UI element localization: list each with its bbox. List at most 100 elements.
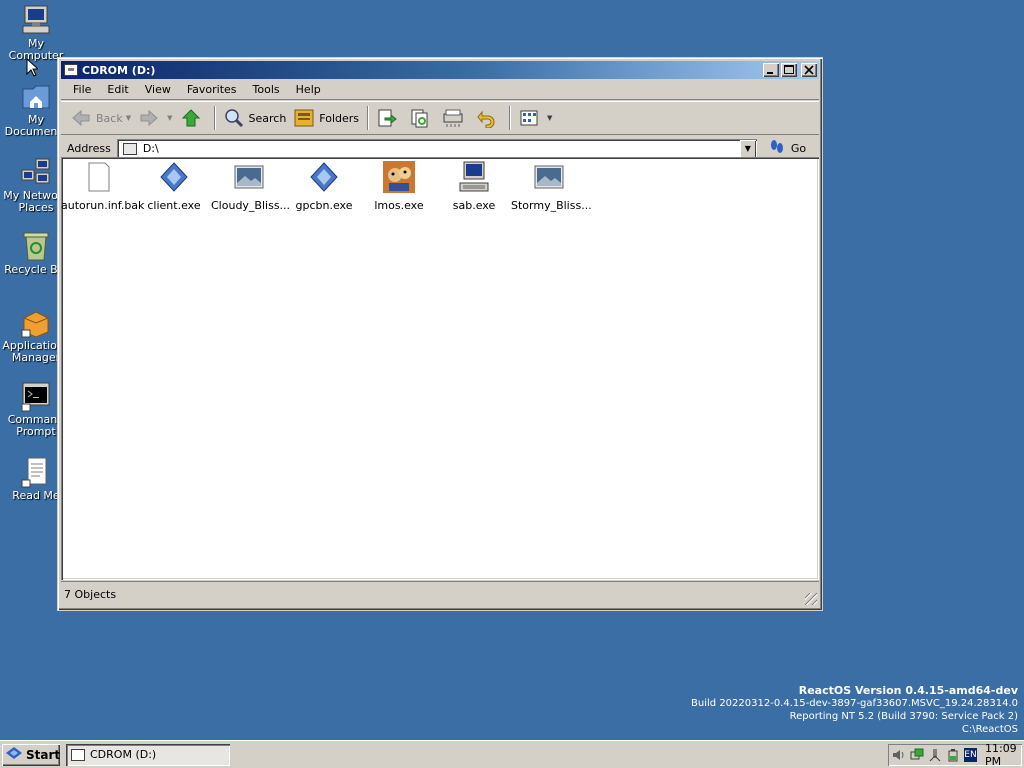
status-text: 7 Objects xyxy=(64,588,117,601)
file-item[interactable]: Stormy_Bliss... xyxy=(511,161,592,212)
drive-icon xyxy=(122,142,137,155)
applications-manager-icon xyxy=(20,306,52,338)
power-icon[interactable] xyxy=(946,748,960,762)
copy-to-icon xyxy=(410,108,430,128)
forward-dropdown-icon[interactable]: ▼ xyxy=(167,114,172,122)
views-icon xyxy=(519,108,539,128)
explorer-window: CDROM (D:) File Edit View Favorites Tool… xyxy=(57,57,823,611)
move-to-icon xyxy=(377,108,397,128)
start-logo-icon xyxy=(5,746,23,763)
start-label: Start xyxy=(26,747,61,762)
task-label: CDROM (D:) xyxy=(90,748,157,761)
forward-arrow-icon xyxy=(139,108,159,128)
window-title: CDROM (D:) xyxy=(82,63,156,77)
menu-view[interactable]: View xyxy=(137,83,179,96)
copy-to-button[interactable] xyxy=(406,105,439,131)
network-places-icon xyxy=(20,156,52,188)
image-file-icon xyxy=(533,161,565,193)
views-button[interactable]: ▼ xyxy=(515,105,556,131)
search-icon xyxy=(224,108,244,128)
network-icon[interactable] xyxy=(910,748,924,762)
build-line: Build 20220312-0.4.15-dev-3897-gaf33607.… xyxy=(691,698,1018,709)
version-watermark: ReactOS Version 0.4.15-amd64-dev Build 2… xyxy=(691,684,1018,736)
address-value: D:\ xyxy=(142,142,159,155)
executable-icon xyxy=(308,161,340,193)
file-name: Stormy_Bliss... xyxy=(511,199,592,212)
file-name: gpcbn.exe xyxy=(295,199,353,212)
address-input[interactable]: D:\ ▼ xyxy=(116,138,757,159)
taskbar-button-cdrom[interactable]: CDROM (D:) xyxy=(66,743,230,766)
menu-tools[interactable]: Tools xyxy=(245,83,288,96)
status-bar: 7 Objects xyxy=(61,581,819,607)
file-item[interactable]: sab.exe xyxy=(436,161,512,212)
close-button[interactable] xyxy=(801,63,817,77)
my-computer-icon xyxy=(20,4,52,36)
go-button[interactable]: Go xyxy=(769,139,806,158)
image-file-icon xyxy=(233,161,265,193)
toolbar-separator xyxy=(213,106,216,130)
go-label: Go xyxy=(790,142,807,155)
forward-button[interactable]: ▼ xyxy=(135,105,176,131)
undo-button[interactable] xyxy=(472,105,505,131)
undo-icon xyxy=(476,108,496,129)
up-button[interactable] xyxy=(177,105,210,131)
toolbar-separator xyxy=(509,106,512,130)
maximize-button[interactable] xyxy=(781,63,797,77)
menu-edit[interactable]: Edit xyxy=(99,83,136,96)
safely-remove-icon[interactable] xyxy=(928,748,942,762)
minimize-button[interactable] xyxy=(763,63,779,77)
file-name: sab.exe xyxy=(452,199,496,212)
file-item[interactable]: client.exe xyxy=(136,161,212,212)
menu-favorites[interactable]: Favorites xyxy=(179,83,245,96)
delete-button[interactable] xyxy=(439,105,472,131)
path-line: C:\ReactOS xyxy=(961,724,1018,735)
toolbar: Back ▼ ▼ Search Folders ▼ xyxy=(61,101,819,135)
address-dropdown-icon[interactable]: ▼ xyxy=(739,139,756,158)
back-arrow-icon xyxy=(71,108,91,128)
clock[interactable]: 11:09 PM xyxy=(985,742,1022,768)
document-icon xyxy=(83,161,115,193)
address-label: Address xyxy=(67,142,111,155)
search-button[interactable]: Search xyxy=(220,105,291,131)
drive-icon xyxy=(71,748,85,761)
taskbar: Start CDROM (D:) EN 11:09 PM xyxy=(0,740,1024,768)
back-label: Back xyxy=(96,111,123,125)
desktop-icon-my-computer[interactable]: My Computer xyxy=(0,4,72,62)
resize-grip-icon[interactable] xyxy=(805,593,817,605)
language-indicator[interactable]: EN xyxy=(964,747,977,762)
toolbar-separator xyxy=(367,106,370,130)
up-arrow-icon xyxy=(181,108,201,128)
back-button[interactable]: Back ▼ xyxy=(67,105,135,131)
start-button[interactable]: Start xyxy=(2,744,60,766)
drive-icon xyxy=(64,64,78,76)
file-item[interactable]: gpcbn.exe xyxy=(286,161,362,212)
views-dropdown-icon[interactable]: ▼ xyxy=(547,114,552,122)
back-dropdown-icon[interactable]: ▼ xyxy=(126,114,131,122)
computer-app-icon xyxy=(458,161,490,193)
folders-label: Folders xyxy=(319,111,360,125)
volume-icon[interactable] xyxy=(892,748,906,762)
my-documents-icon xyxy=(20,80,52,112)
folders-button[interactable]: Folders xyxy=(290,105,363,131)
move-to-button[interactable] xyxy=(373,105,406,131)
menu-help[interactable]: Help xyxy=(288,83,329,96)
title-bar[interactable]: CDROM (D:) xyxy=(61,61,819,79)
app-icon xyxy=(383,161,415,193)
search-label: Search xyxy=(248,111,287,125)
shredder-icon xyxy=(443,108,463,128)
file-item[interactable]: lmos.exe xyxy=(361,161,437,212)
recycle-bin-icon xyxy=(20,230,52,262)
reporting-line: Reporting NT 5.2 (Build 3790: Service Pa… xyxy=(789,711,1018,722)
go-icon xyxy=(769,139,785,158)
executable-icon xyxy=(158,161,190,193)
folders-icon xyxy=(294,108,314,128)
file-name: client.exe xyxy=(147,199,201,212)
system-tray: EN 11:09 PM xyxy=(888,742,1022,768)
file-item[interactable]: autorun.inf.bak xyxy=(61,161,144,212)
file-list[interactable]: autorun.inf.bak client.exe Cloudy_Bliss.… xyxy=(61,157,819,580)
read-me-icon xyxy=(20,456,52,488)
file-item[interactable]: Cloudy_Bliss... xyxy=(211,161,291,212)
file-name: Cloudy_Bliss... xyxy=(211,199,291,212)
version-line: ReactOS Version 0.4.15-amd64-dev xyxy=(798,684,1018,697)
menu-file[interactable]: File xyxy=(65,83,99,96)
